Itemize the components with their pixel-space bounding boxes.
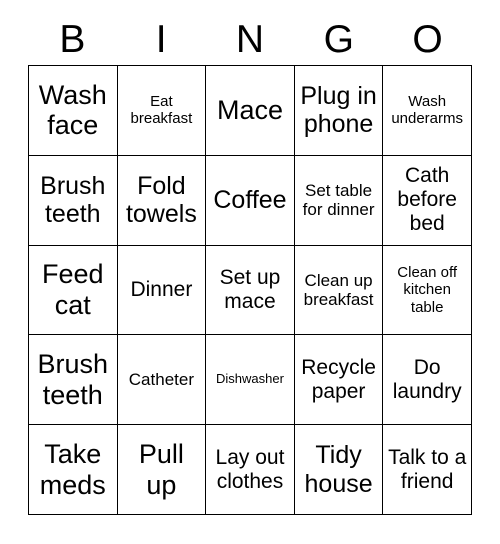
bingo-row: Brush teeth Catheter Dishwasher Recycle … bbox=[29, 335, 472, 426]
bingo-cell[interactable]: Lay out clothes bbox=[206, 425, 295, 515]
bingo-cell-label: Clean up breakfast bbox=[303, 270, 374, 309]
bingo-cell[interactable]: Brush teeth bbox=[29, 335, 118, 426]
bingo-cell-label: Talk to a friend bbox=[388, 445, 467, 493]
bingo-row: Wash face Eat breakfast Mace Plug in pho… bbox=[29, 66, 472, 156]
bingo-cell[interactable]: Clean up breakfast bbox=[294, 245, 384, 336]
bingo-cell[interactable]: Dishwasher bbox=[206, 335, 295, 426]
bingo-cell[interactable]: Mace bbox=[206, 66, 295, 156]
bingo-cell-label: Coffee bbox=[213, 185, 287, 214]
bingo-cell[interactable]: Tidy house bbox=[294, 425, 384, 515]
bingo-cell-label: Set up mace bbox=[219, 266, 281, 313]
bingo-cell[interactable]: Pull up bbox=[117, 425, 207, 515]
bingo-cell[interactable]: Fold towels bbox=[117, 155, 207, 246]
bingo-cell-label: Do laundry bbox=[392, 355, 462, 403]
bingo-cell-label: Wash underarms bbox=[391, 93, 464, 128]
header-letter-i: I bbox=[155, 17, 167, 61]
bingo-grid: Wash face Eat breakfast Mace Plug in pho… bbox=[28, 65, 472, 515]
bingo-cell[interactable]: Take meds bbox=[29, 425, 118, 515]
bingo-cell-label: Plug in phone bbox=[300, 81, 377, 139]
bingo-header-row: B I N G O bbox=[28, 14, 472, 64]
bingo-cell-label: Tidy house bbox=[304, 441, 373, 498]
bingo-cell-label: Brush teeth bbox=[37, 349, 109, 410]
bingo-cell-label: Clean off kitchen table bbox=[397, 264, 458, 316]
bingo-row: Brush teeth Fold towels Coffee Set table… bbox=[29, 155, 472, 246]
bingo-row: Feed cat Dinner Set up mace Clean up bre… bbox=[29, 245, 472, 336]
bingo-cell[interactable]: Feed cat bbox=[29, 245, 118, 336]
bingo-cell-label: Brush teeth bbox=[40, 171, 106, 229]
header-letter-b: B bbox=[59, 17, 86, 61]
bingo-cell[interactable]: Catheter bbox=[117, 335, 207, 426]
bingo-cell[interactable]: Plug in phone bbox=[294, 66, 384, 156]
bingo-cell-label: Take meds bbox=[39, 438, 106, 500]
bingo-cell-label: Fold towels bbox=[125, 171, 197, 229]
bingo-row: Take meds Pull up Lay out clothes Tidy h… bbox=[29, 425, 472, 515]
bingo-cell-label: Recycle paper bbox=[301, 355, 376, 403]
bingo-cell-label: Eat breakfast bbox=[130, 93, 193, 128]
bingo-cell-label: Dinner bbox=[130, 278, 193, 302]
header-letter-g: G bbox=[323, 17, 354, 61]
bingo-card: B I N G O Wash face Eat breakfast Mace P… bbox=[0, 0, 500, 544]
header-letter-n: N bbox=[235, 17, 265, 61]
bingo-cell-label: Feed cat bbox=[42, 259, 104, 320]
bingo-cell[interactable]: Eat breakfast bbox=[117, 66, 207, 156]
bingo-cell[interactable]: Wash face bbox=[29, 66, 118, 156]
bingo-cell[interactable]: Wash underarms bbox=[383, 66, 472, 156]
bingo-cell[interactable]: Set up mace bbox=[206, 245, 295, 336]
bingo-cell[interactable]: Brush teeth bbox=[29, 155, 118, 246]
bingo-cell-label: Cath before bed bbox=[397, 164, 457, 236]
bingo-cell[interactable]: Talk to a friend bbox=[383, 425, 472, 515]
bingo-cell-label: Pull up bbox=[138, 438, 184, 500]
bingo-cell-label: Catheter bbox=[128, 370, 194, 390]
bingo-cell[interactable]: Clean off kitchen table bbox=[383, 245, 472, 336]
bingo-cell[interactable]: Coffee bbox=[206, 155, 295, 246]
bingo-cell[interactable]: Cath before bed bbox=[383, 155, 472, 246]
header-letter-o: O bbox=[412, 17, 443, 61]
bingo-cell[interactable]: Do laundry bbox=[383, 335, 472, 426]
bingo-cell[interactable]: Set table for dinner bbox=[294, 155, 384, 246]
bingo-cell-label: Lay out clothes bbox=[215, 445, 285, 493]
bingo-cell-label: Wash face bbox=[38, 79, 107, 141]
bingo-cell[interactable]: Recycle paper bbox=[294, 335, 384, 426]
bingo-cell[interactable]: Dinner bbox=[117, 245, 207, 336]
bingo-cell-label: Set table for dinner bbox=[302, 180, 375, 220]
bingo-cell-label: Dishwasher bbox=[216, 371, 284, 387]
bingo-cell-label: Mace bbox=[216, 95, 283, 126]
